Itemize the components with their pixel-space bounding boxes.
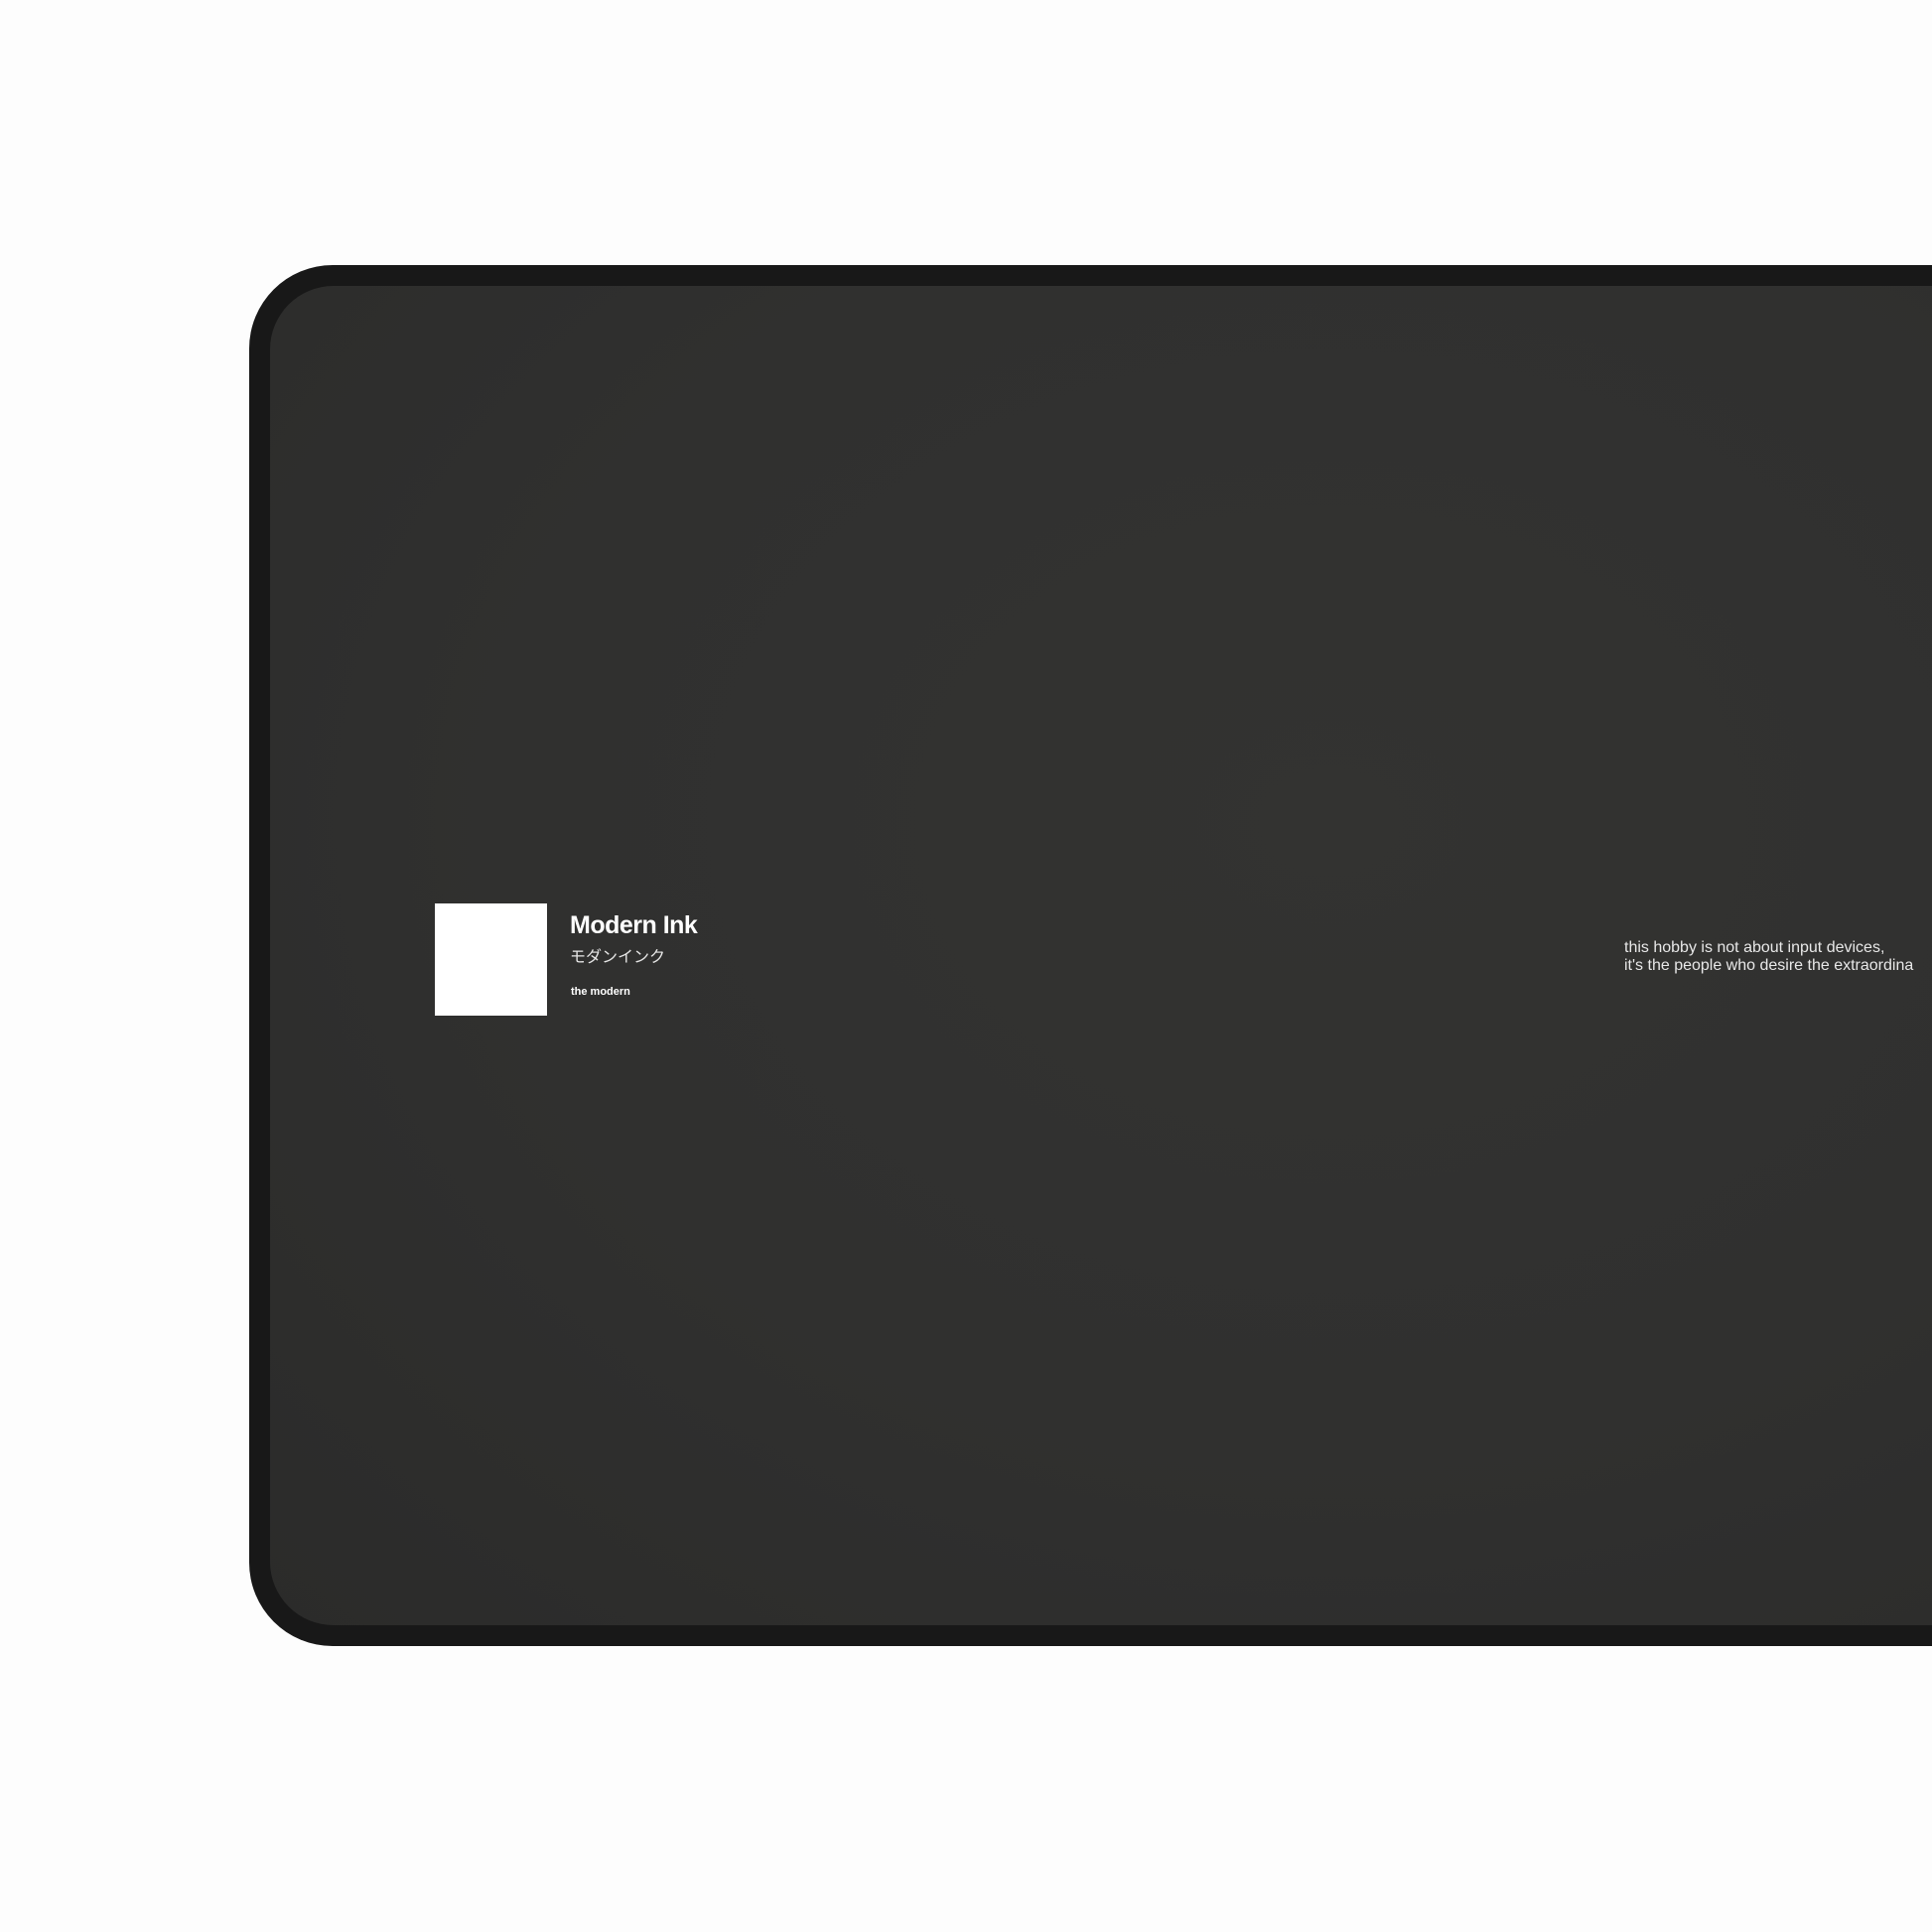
brand-name-japanese: モダンインク — [570, 947, 666, 966]
slogan-line-1: this hobby is not about input devices, — [1624, 939, 1885, 956]
slogan-line-2: it's the people who desire the extraordi… — [1624, 957, 1914, 974]
brand-tagline: the modern — [571, 986, 630, 998]
brand-name: Modern Ink — [570, 911, 698, 939]
product-image: Modern Ink モダンインク the modern this hobby … — [0, 0, 1932, 1932]
brand-logo-square — [435, 903, 547, 1016]
slogan: this hobby is not about input devices, i… — [1624, 939, 1913, 975]
